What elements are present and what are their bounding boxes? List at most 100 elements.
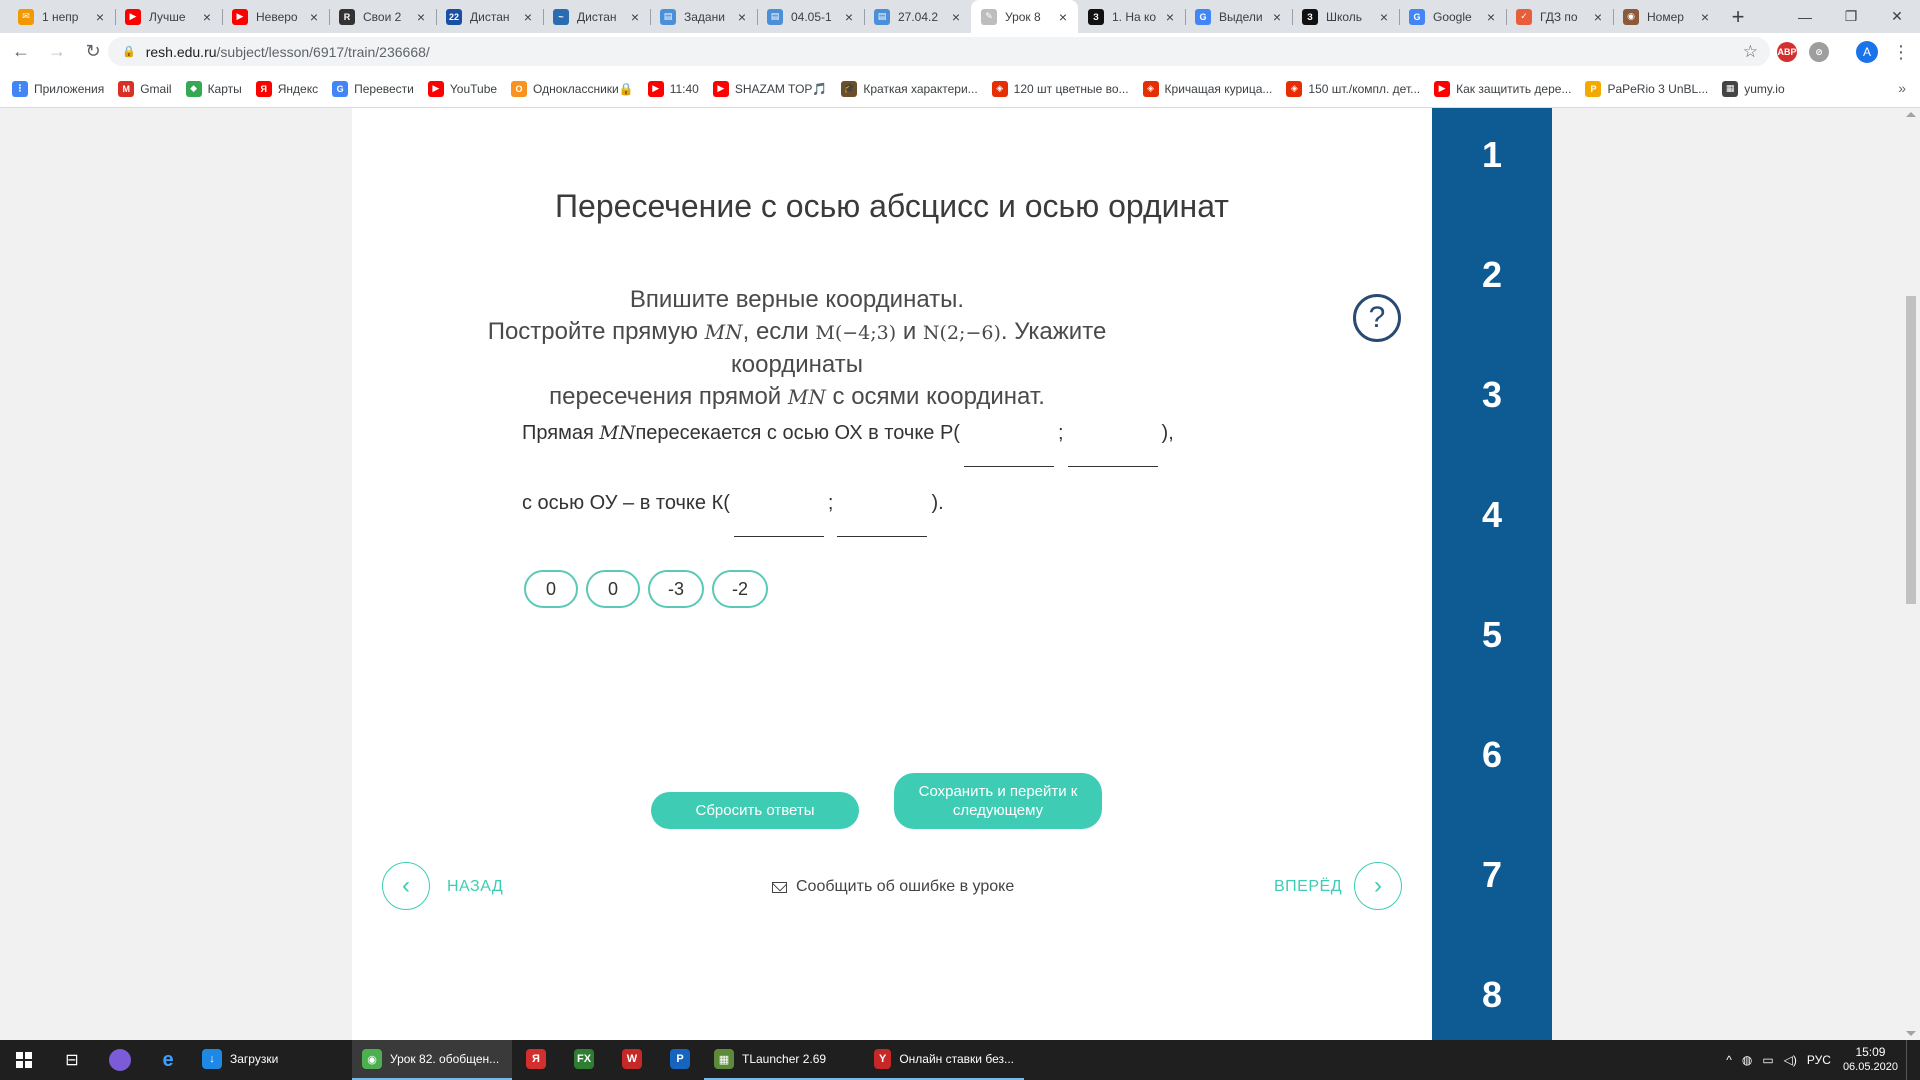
tab-close-icon[interactable]: ×	[1484, 9, 1498, 25]
scroll-up-icon[interactable]	[1906, 112, 1916, 117]
task-view-icon[interactable]: ⊟	[48, 1040, 96, 1080]
browser-tab[interactable]: ▤ Задани ×	[650, 0, 757, 33]
language-indicator[interactable]: РУС	[1807, 1053, 1831, 1067]
bookmark-item[interactable]: ◆ Карты	[185, 80, 242, 97]
taskbar-app[interactable]: Y Онлайн ставки без...	[864, 1040, 1024, 1080]
taskbar-app[interactable]: P	[656, 1040, 704, 1080]
browser-tab[interactable]: R Свои 2 ×	[329, 0, 436, 33]
tray-chevron-icon[interactable]: ^	[1726, 1053, 1732, 1067]
url-field[interactable]: 🔒 resh.edu.ru /subject/lesson/6917/train…	[108, 37, 1770, 66]
taskbar-app[interactable]: ↓ Загрузки	[192, 1040, 352, 1080]
answer-slot-px[interactable]	[963, 423, 1054, 467]
tab-close-icon[interactable]: ×	[200, 9, 214, 25]
bookmark-item[interactable]: Я Яндекс	[255, 80, 318, 97]
scroll-down-icon[interactable]	[1906, 1031, 1916, 1036]
maximize-button[interactable]: ❐	[1828, 0, 1874, 33]
bookmarks-overflow-icon[interactable]: »	[1898, 80, 1906, 96]
tab-close-icon[interactable]: ×	[842, 9, 856, 25]
browser-tab[interactable]: ~ Дистан ×	[543, 0, 650, 33]
tab-close-icon[interactable]: ×	[521, 9, 535, 25]
tab-close-icon[interactable]: ×	[1377, 9, 1391, 25]
stepper-item[interactable]: 7	[1432, 854, 1552, 896]
volume-icon[interactable]: ◁)	[1784, 1053, 1797, 1067]
browser-tab[interactable]: З Школь ×	[1292, 0, 1399, 33]
edge-icon[interactable]: e	[144, 1040, 192, 1080]
reset-answers-button[interactable]: Сбросить ответы	[651, 792, 859, 829]
stepper-item[interactable]: 1	[1432, 134, 1552, 176]
tab-close-icon[interactable]: ×	[414, 9, 428, 25]
bookmark-item[interactable]: ◈ 120 шт цветные во...	[991, 80, 1129, 97]
bookmark-item[interactable]: ▶ Как защитить дере...	[1434, 80, 1571, 97]
tab-close-icon[interactable]: ×	[307, 9, 321, 25]
browser-tab[interactable]: G Google ×	[1399, 0, 1506, 33]
answer-chip[interactable]: -2	[712, 570, 769, 608]
bookmark-star-icon[interactable]: ☆	[1743, 42, 1758, 62]
bookmark-item[interactable]: ▶ SHAZAM TOP🎵	[712, 80, 827, 97]
back-button[interactable]: ←	[6, 37, 36, 67]
stepper-item[interactable]: 8	[1432, 974, 1552, 1016]
stepper-item[interactable]: 2	[1432, 254, 1552, 296]
next-link[interactable]: ВПЕРЁД	[1274, 878, 1342, 896]
report-error-link[interactable]: Сообщить об ошибке в уроке	[772, 878, 1014, 896]
bookmark-item[interactable]: P PaPeRio 3 UnBL...	[1585, 80, 1708, 97]
cortana-icon[interactable]	[96, 1040, 144, 1080]
browser-tab[interactable]: ✉ 1 непр ×	[8, 0, 115, 33]
stepper-item[interactable]: 5	[1432, 614, 1552, 656]
scrollbar-thumb[interactable]	[1906, 296, 1916, 604]
browser-tab[interactable]: З 1. На ко ×	[1078, 0, 1185, 33]
bookmark-item[interactable]: О Одноклассники🔒	[511, 80, 634, 97]
tab-close-icon[interactable]: ×	[628, 9, 642, 25]
start-button[interactable]	[0, 1040, 48, 1080]
tab-close-icon[interactable]: ×	[1698, 9, 1712, 25]
browser-tab[interactable]: ◉ Номер ×	[1613, 0, 1720, 33]
tab-close-icon[interactable]: ×	[1270, 9, 1284, 25]
tab-close-icon[interactable]: ×	[93, 9, 107, 25]
browser-tab[interactable]: ✓ ГДЗ по ×	[1506, 0, 1613, 33]
browser-tab[interactable]: ▤ 04.05-1 ×	[757, 0, 864, 33]
new-tab-button[interactable]: +	[1720, 0, 1756, 33]
bookmark-item[interactable]: G Перевести	[332, 80, 414, 97]
browser-tab[interactable]: 22 Дистан ×	[436, 0, 543, 33]
prev-arrow-icon[interactable]: ‹	[382, 862, 430, 910]
save-and-next-button[interactable]: Сохранить и перейти к следующему	[894, 773, 1102, 829]
bookmark-item[interactable]: ▦ yumy.io	[1722, 80, 1785, 97]
bookmark-item[interactable]: 🎓 Краткая характери...	[841, 80, 978, 97]
bookmark-item[interactable]: ▶ YouTube	[427, 80, 497, 97]
answer-chip[interactable]: -3	[648, 570, 705, 608]
taskbar-app[interactable]: ▦ TLauncher 2.69	[704, 1040, 864, 1080]
taskbar-app[interactable]: FX	[560, 1040, 608, 1080]
profile-avatar[interactable]: A	[1856, 41, 1878, 63]
reload-button[interactable]: ↻	[78, 37, 108, 67]
monitor-icon[interactable]: ▭	[1762, 1053, 1773, 1067]
extension-icon[interactable]: ⊘	[1809, 42, 1829, 62]
browser-tab[interactable]: ▶ Неверо ×	[222, 0, 329, 33]
show-desktop-button[interactable]	[1906, 1040, 1910, 1080]
tab-close-icon[interactable]: ×	[1056, 9, 1070, 25]
prev-link[interactable]: НАЗАД	[447, 878, 503, 896]
browser-tab[interactable]: ▤ 27.04.2 ×	[864, 0, 971, 33]
tab-close-icon[interactable]: ×	[735, 9, 749, 25]
stepper-item[interactable]: 3	[1432, 374, 1552, 416]
bookmark-item[interactable]: M Gmail	[118, 80, 172, 97]
close-window-button[interactable]: ✕	[1874, 0, 1920, 33]
answer-slot-ky[interactable]	[837, 493, 928, 537]
minimize-button[interactable]: —	[1782, 0, 1828, 33]
taskbar-app[interactable]: ◉ Урок 82. обобщен...	[352, 1040, 512, 1080]
forward-button[interactable]: →	[42, 37, 72, 67]
bookmark-item[interactable]: ⋮ Приложения	[12, 80, 104, 97]
bookmark-item[interactable]: ▶ 11:40	[647, 80, 699, 97]
tab-close-icon[interactable]: ×	[1591, 9, 1605, 25]
next-arrow-icon[interactable]: ›	[1354, 862, 1402, 910]
bookmark-item[interactable]: ◈ 150 шт./компл. дет...	[1286, 80, 1420, 97]
adblock-extension-icon[interactable]: ABP	[1777, 42, 1797, 62]
browser-tab[interactable]: G Выдели ×	[1185, 0, 1292, 33]
taskbar-app[interactable]: W	[608, 1040, 656, 1080]
bookmark-item[interactable]: ◈ Кричащая курица...	[1142, 80, 1272, 97]
stepper-item[interactable]: 6	[1432, 734, 1552, 776]
tab-close-icon[interactable]: ×	[949, 9, 963, 25]
page-scrollbar[interactable]	[1902, 108, 1920, 1040]
answer-slot-kx[interactable]	[733, 493, 824, 537]
browser-tab[interactable]: ✎ Урок 8 ×	[971, 0, 1078, 33]
tab-close-icon[interactable]: ×	[1163, 9, 1177, 25]
clock[interactable]: 15:09 06.05.2020	[1843, 1045, 1898, 1075]
